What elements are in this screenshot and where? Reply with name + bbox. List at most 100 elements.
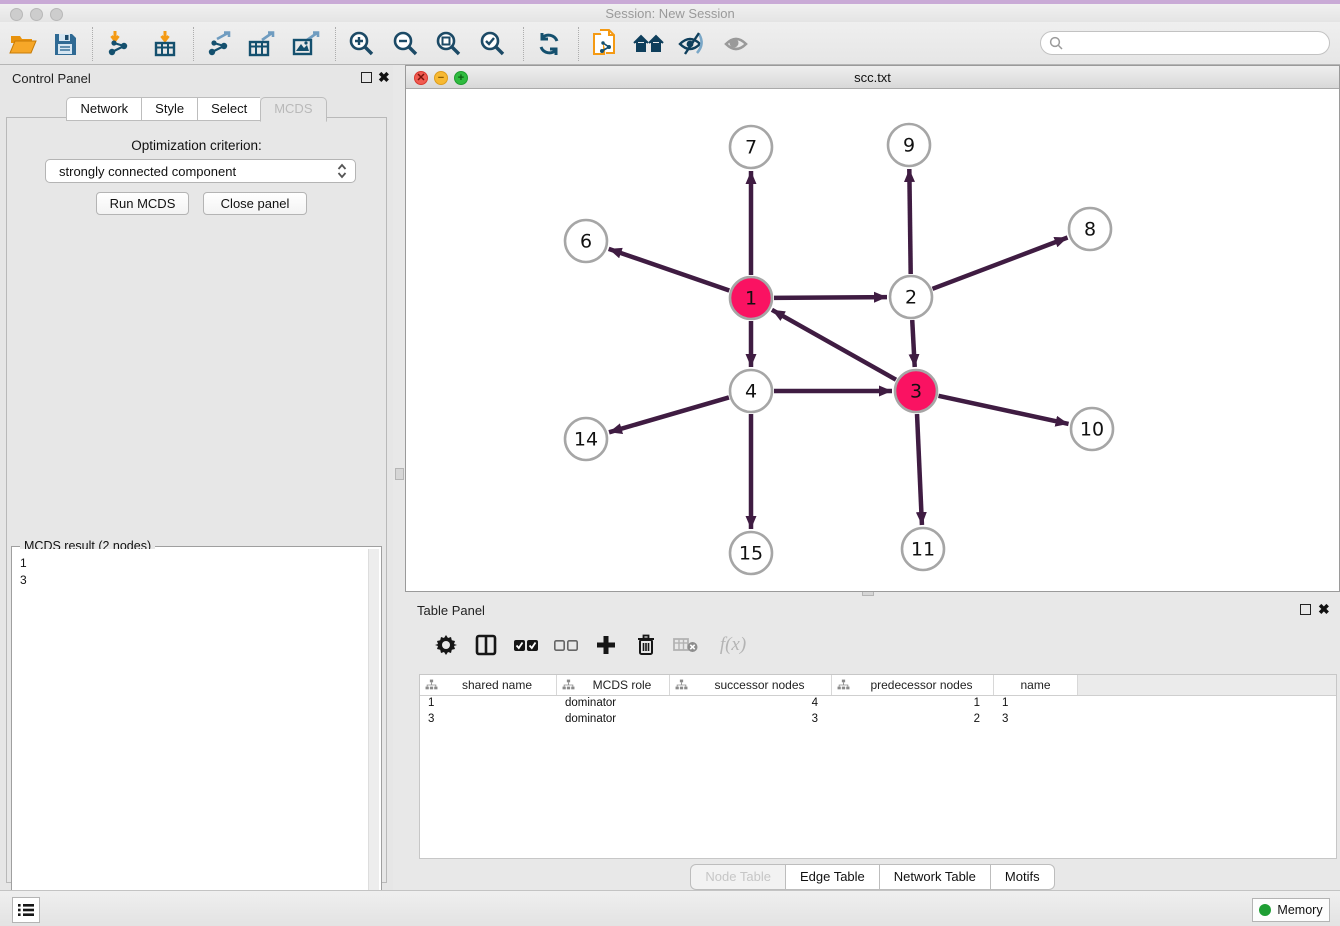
edge-2-8[interactable]	[933, 238, 1068, 289]
column-header-MCDS-role[interactable]: MCDS role	[557, 675, 670, 695]
table-toolbar: f(x)	[415, 623, 1330, 667]
control-panel-tabs: NetworkStyleSelectMCDS	[0, 97, 393, 121]
delete-column-button[interactable]	[633, 632, 659, 658]
clone-network-button[interactable]	[588, 28, 622, 60]
column-header-name[interactable]: name	[994, 675, 1078, 695]
import-network-button[interactable]	[101, 28, 135, 60]
column-header-predecessor-nodes[interactable]: predecessor nodes	[832, 675, 994, 695]
graph-node-11[interactable]: 11	[902, 528, 944, 570]
mcds-result-list[interactable]: 13	[14, 549, 368, 925]
tab-node-table[interactable]: Node Table	[690, 864, 786, 890]
search-input[interactable]	[1063, 34, 1329, 52]
tab-style[interactable]: Style	[141, 97, 197, 121]
import-table-button[interactable]	[148, 28, 182, 60]
table-cell: 4	[670, 696, 832, 712]
graph-node-10[interactable]: 10	[1071, 408, 1113, 450]
export-image-icon	[290, 30, 320, 58]
float-panel-icon[interactable]	[1300, 604, 1311, 615]
table-cell: 1	[420, 696, 557, 712]
first-neighbors-button[interactable]	[632, 28, 666, 60]
zoom-in-button[interactable]	[345, 28, 379, 60]
vertical-splitter-grip[interactable]	[395, 468, 404, 480]
export-image-button[interactable]	[288, 28, 322, 60]
close-panel-label: Close panel	[221, 196, 290, 211]
graph-node-2[interactable]: 2	[890, 276, 932, 318]
graph-node-6[interactable]: 6	[565, 220, 607, 262]
graph-node-14[interactable]: 14	[565, 418, 607, 460]
tab-motifs[interactable]: Motifs	[991, 864, 1055, 890]
home-houses-icon	[633, 32, 665, 56]
mcds-result-group: MCDS result (2 nodes) 13	[11, 546, 382, 926]
memory-button[interactable]: Memory	[1252, 898, 1330, 922]
edge-2-3[interactable]	[912, 320, 915, 367]
save-floppy-icon	[53, 32, 77, 56]
add-column-button[interactable]	[593, 632, 619, 658]
table-settings-button[interactable]	[433, 632, 459, 658]
edge-1-2[interactable]	[774, 297, 887, 298]
table-panel-tabs: Node TableEdge TableNetwork TableMotifs	[405, 864, 1340, 890]
export-network-button[interactable]	[201, 28, 235, 60]
graph-node-8[interactable]: 8	[1069, 208, 1111, 250]
deselect-all-button[interactable]	[553, 632, 579, 658]
control-panel-title: Control Panel	[12, 71, 91, 86]
task-history-button[interactable]	[12, 897, 40, 923]
svg-text:8: 8	[1084, 219, 1096, 241]
result-item[interactable]: 1	[20, 555, 368, 572]
graph-node-4[interactable]: 4	[730, 370, 772, 412]
select-all-button[interactable]	[513, 632, 539, 658]
result-item[interactable]: 3	[20, 572, 368, 589]
delete-table-button[interactable]	[673, 632, 699, 658]
hide-selected-button[interactable]	[675, 28, 709, 60]
export-network-icon	[204, 30, 232, 58]
tab-mcds[interactable]: MCDS	[260, 97, 326, 122]
edge-3-11[interactable]	[917, 414, 922, 525]
mcds-tab-content: Optimization criterion: strongly connect…	[6, 117, 387, 883]
export-table-button[interactable]	[244, 28, 278, 60]
edge-3-10[interactable]	[938, 396, 1068, 424]
show-all-button[interactable]	[720, 28, 754, 60]
tab-network[interactable]: Network	[66, 97, 141, 121]
import-table-icon	[151, 30, 179, 58]
optimization-criterion-select[interactable]: strongly connected component	[45, 159, 356, 183]
toolbar-search	[1040, 31, 1330, 55]
table-mode-button[interactable]	[473, 632, 499, 658]
edge-4-14[interactable]	[609, 397, 729, 432]
table-row[interactable]: 3dominator323	[420, 712, 1336, 728]
tab-edge-table[interactable]: Edge Table	[786, 864, 880, 890]
network-canvas[interactable]: 7 9 6 8 1 2 4 3 14 10 15 11	[406, 89, 1339, 591]
graph-node-7[interactable]: 7	[730, 126, 772, 168]
trash-icon	[636, 634, 656, 656]
graph-node-1[interactable]: 1	[730, 277, 772, 319]
column-header-shared-name[interactable]: shared name	[420, 675, 557, 695]
run-mcds-button[interactable]: Run MCDS	[96, 192, 189, 215]
graph-node-9[interactable]: 9	[888, 124, 930, 166]
node-table[interactable]: shared nameMCDS rolesuccessor nodesprede…	[419, 674, 1337, 859]
open-session-button[interactable]	[6, 28, 40, 60]
zoom-selected-button[interactable]	[476, 28, 510, 60]
open-folder-icon	[9, 32, 37, 56]
column-header-successor-nodes[interactable]: successor nodes	[670, 675, 832, 695]
zoom-fit-button[interactable]	[432, 28, 466, 60]
edge-1-6[interactable]	[609, 249, 730, 291]
float-panel-icon[interactable]	[361, 72, 372, 83]
graph-node-3[interactable]: 3	[895, 370, 937, 412]
close-panel-button[interactable]: Close panel	[203, 192, 307, 215]
svg-text:7: 7	[745, 137, 757, 159]
edge-2-9[interactable]	[909, 169, 910, 274]
table-cell: 3	[670, 712, 832, 728]
refresh-view-button[interactable]	[532, 28, 566, 60]
tab-network-table[interactable]: Network Table	[880, 864, 991, 890]
apply-function-button[interactable]: f(x)	[713, 632, 753, 658]
table-row[interactable]: 1dominator411	[420, 696, 1336, 712]
app-titlebar: Session: New Session	[0, 4, 1340, 22]
close-panel-icon[interactable]: ✖	[378, 70, 390, 84]
save-session-button[interactable]	[48, 28, 82, 60]
network-graph[interactable]: 7 9 6 8 1 2 4 3 14 10 15 11	[406, 89, 1339, 591]
close-panel-icon[interactable]: ✖	[1318, 602, 1330, 616]
tab-select[interactable]: Select	[197, 97, 260, 121]
edge-3-1[interactable]	[772, 310, 896, 380]
shared-column-icon	[837, 679, 850, 691]
graph-node-15[interactable]: 15	[730, 532, 772, 574]
zoom-out-button[interactable]	[389, 28, 423, 60]
result-scrollbar[interactable]	[368, 549, 379, 925]
